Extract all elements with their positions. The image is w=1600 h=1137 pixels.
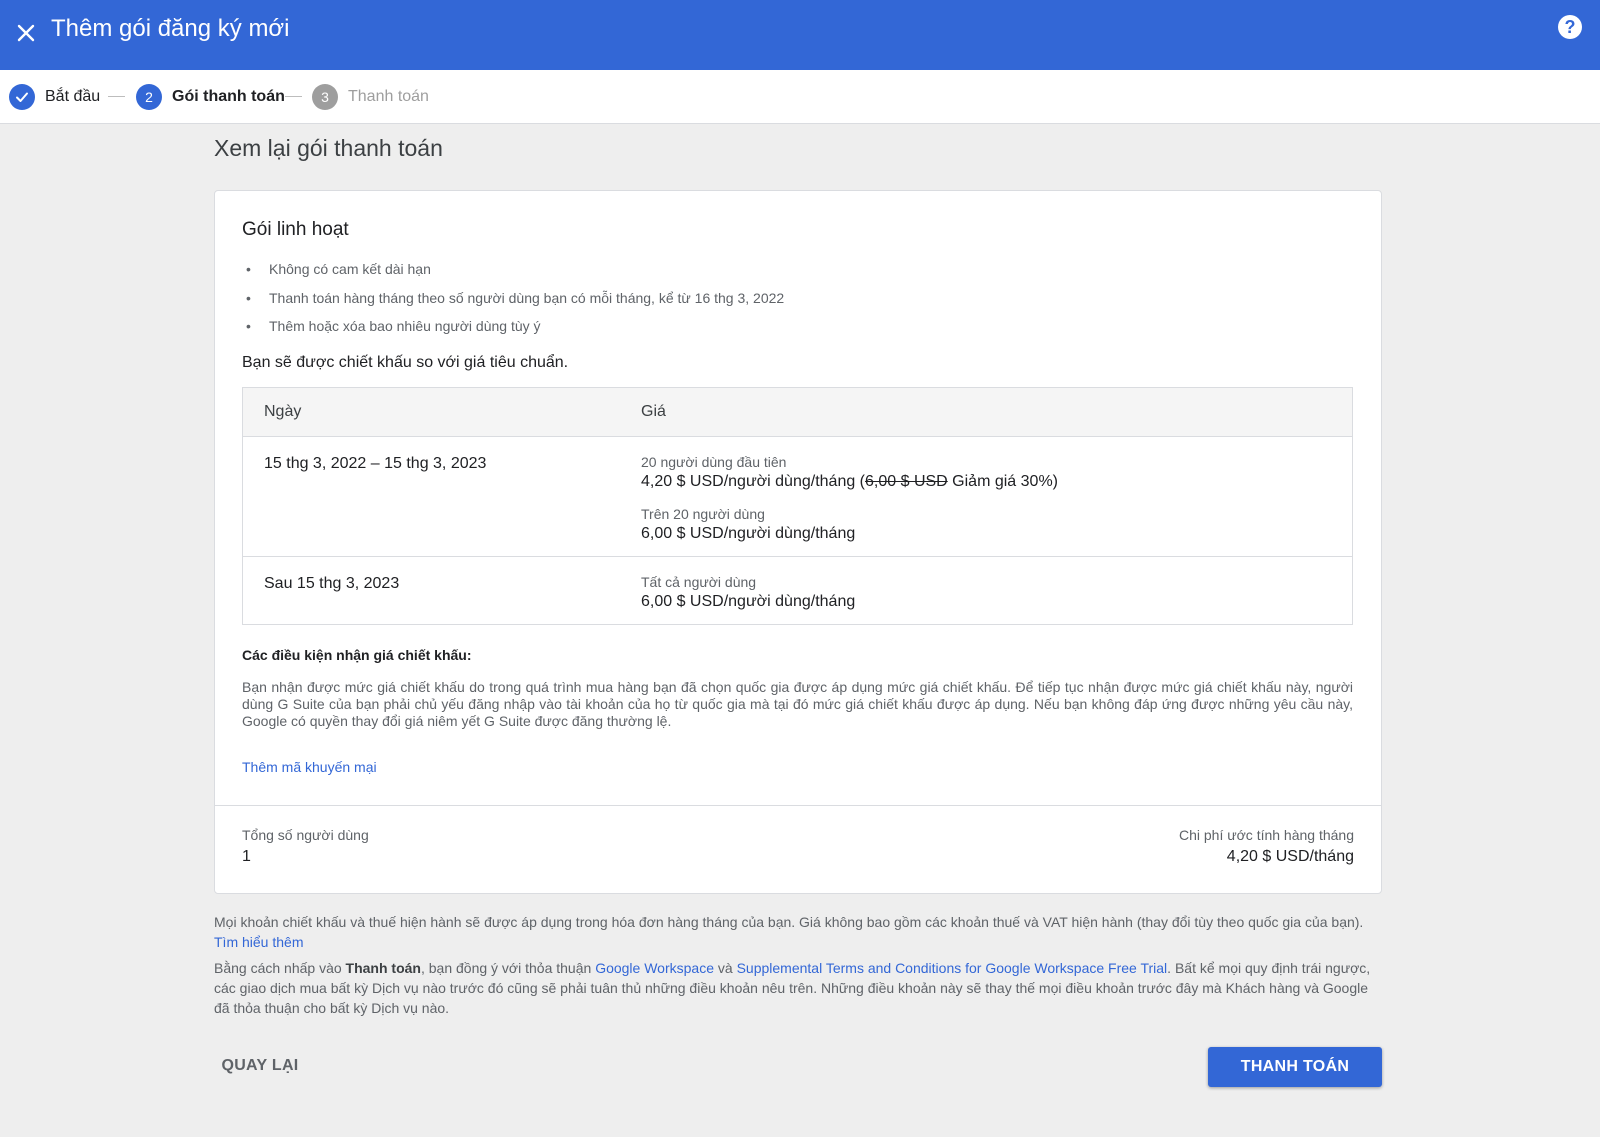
conditions-text: Bạn nhận được mức giá chiết khấu do tron… [242, 679, 1353, 729]
discounted-price: 4,20 $ USD/người dùng/tháng ( [641, 473, 866, 490]
column-header-date: Ngày [264, 403, 302, 420]
step-label: Gói thanh toán [172, 88, 285, 105]
list-item: Không có cam kết dài hạn [242, 259, 784, 288]
column-header-price: Giá [641, 403, 666, 420]
list-item: Thanh toán hàng tháng theo số người dùng… [242, 288, 784, 317]
step-checkout[interactable]: 3 Thanh toán [312, 83, 429, 111]
list-item: Thêm hoặc xóa bao nhiêu người dùng tùy ý [242, 316, 784, 345]
page-header-title: Thêm gói đăng ký mới [51, 15, 290, 42]
discount-percent: Giảm giá 30%) [947, 473, 1058, 490]
table-row: 15 thg 3, 2022 – 15 thg 3, 2023 20 người… [243, 437, 1352, 557]
estimated-cost-value: 4,20 $ USD/tháng [1226, 848, 1354, 865]
row-date: 15 thg 3, 2022 – 15 thg 3, 2023 [264, 455, 487, 472]
price-tier: Tất cả người dùng 6,00 $ USD/người dùng/… [641, 573, 855, 613]
plan-card: Gói linh hoạt Không có cam kết dài hạn T… [214, 190, 1382, 894]
agreement-text: và [714, 960, 737, 976]
step-number: 2 [136, 84, 162, 110]
step-number: 3 [312, 84, 338, 110]
agreement-footnote: Bằng cách nhấp vào Thanh toán, bạn đồng … [214, 958, 1382, 1018]
tax-footnote: Mọi khoản chiết khấu và thuế hiện hành s… [214, 912, 1382, 952]
tax-text: Mọi khoản chiết khấu và thuế hiện hành s… [214, 914, 1364, 930]
step-payment-plan[interactable]: 2 Gói thanh toán [136, 83, 285, 111]
tier-price: 6,00 $ USD/người dùng/tháng [641, 593, 856, 610]
divider [215, 805, 1381, 806]
row-prices: Tất cả người dùng 6,00 $ USD/người dùng/… [641, 573, 855, 625]
stepper: Bắt đầu 2 Gói thanh toán 3 Thanh toán [0, 70, 1600, 124]
conditions-title: Các điều kiện nhận giá chiết khấu: [242, 647, 472, 663]
agreement-text: , bạn đồng ý với thỏa thuận [420, 960, 596, 976]
back-button[interactable]: QUAY LẠI [214, 1047, 306, 1085]
tier-label: Tất cả người dùng [641, 574, 757, 590]
learn-more-link[interactable]: Tìm hiểu thêm [214, 934, 303, 950]
step-label: Thanh toán [348, 88, 429, 105]
tier-price: 4,20 $ USD/người dùng/tháng (6,00 $ USD … [641, 471, 1058, 493]
close-icon[interactable] [8, 15, 44, 51]
row-prices: 20 người dùng đầu tiên 4,20 $ USD/người … [641, 453, 1058, 557]
check-icon [9, 84, 35, 110]
total-users-label: Tổng số người dùng [242, 827, 369, 843]
help-icon[interactable]: ? [1558, 15, 1582, 39]
agreement-bold: Thanh toán [345, 960, 421, 976]
workspace-agreement-link[interactable]: Google Workspace [595, 960, 714, 976]
tier-label: Trên 20 người dùng [641, 506, 765, 522]
step-label: Bắt đầu [45, 88, 101, 105]
tier-price: 6,00 $ USD/người dùng/tháng [641, 525, 856, 542]
page-title: Xem lại gói thanh toán [214, 135, 443, 161]
total-users-value: 1 [242, 848, 251, 865]
step-start[interactable]: Bắt đầu [9, 83, 100, 111]
price-tier: Trên 20 người dùng 6,00 $ USD/người dùng… [641, 505, 1058, 545]
add-promo-code-link[interactable]: Thêm mã khuyến mại [242, 759, 377, 775]
table-header: Ngày Giá [243, 388, 1352, 437]
table-row: Sau 15 thg 3, 2023 Tất cả người dùng 6,0… [243, 557, 1352, 624]
price-table: Ngày Giá 15 thg 3, 2022 – 15 thg 3, 2023… [242, 387, 1353, 625]
plan-features-list: Không có cam kết dài hạn Thanh toán hàng… [242, 259, 784, 345]
original-price: 6,00 $ USD [865, 473, 948, 490]
tier-label: 20 người dùng đầu tiên [641, 454, 787, 470]
discount-intro: Bạn sẽ được chiết khấu so với giá tiêu c… [242, 354, 569, 371]
step-connector [285, 96, 302, 97]
step-connector [108, 96, 125, 97]
price-tier: 20 người dùng đầu tiên 4,20 $ USD/người … [641, 453, 1058, 493]
top-app-bar: Thêm gói đăng ký mới ? [0, 0, 1600, 70]
agreement-text: Bằng cách nhấp vào [214, 960, 346, 976]
supplemental-terms-link[interactable]: Supplemental Terms and Conditions for Go… [737, 960, 1168, 976]
pay-button[interactable]: THANH TOÁN [1208, 1047, 1382, 1087]
row-date: Sau 15 thg 3, 2023 [264, 575, 400, 592]
plan-title: Gói linh hoạt [242, 219, 349, 240]
estimated-cost-label: Chi phí ước tính hàng tháng [1179, 827, 1354, 843]
